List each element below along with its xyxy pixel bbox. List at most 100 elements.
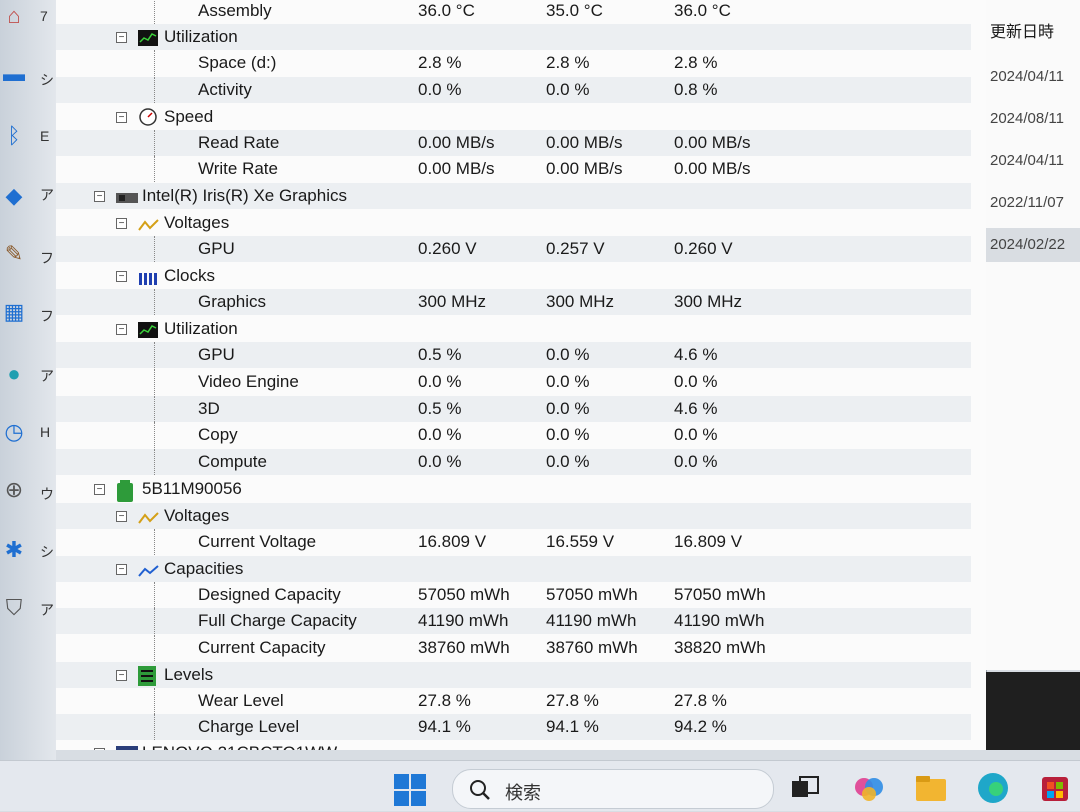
- collapse-icon[interactable]: −: [116, 112, 127, 123]
- edge-browser-icon[interactable]: [974, 769, 1012, 807]
- utilization-icon: [138, 320, 158, 338]
- tree-connector: [154, 396, 155, 422]
- sensor-value: 0.0 %: [418, 425, 462, 444]
- sensor-row-util2[interactable]: − Utilization: [56, 316, 971, 342]
- sensor-label: Capacities: [164, 559, 244, 578]
- date-row-selected[interactable]: 2024/02/22: [986, 228, 1080, 262]
- tree-connector: [154, 50, 155, 76]
- capacity-icon: [138, 560, 159, 577]
- home-icon[interactable]: ⌂: [0, 2, 28, 30]
- windows-start-icon[interactable]: [393, 773, 427, 807]
- strip-glyph: ア: [40, 602, 54, 618]
- sensor-row-charge[interactable]: Charge Level 94.1 % 94.1 % 94.2 %: [56, 714, 971, 740]
- sensor-row-wear[interactable]: Wear Level 27.8 % 27.8 % 27.8 %: [56, 688, 971, 714]
- updated-date-panel: 更新日時 2024/04/11 2024/08/11 2024/04/11 20…: [986, 0, 1080, 670]
- copilot-icon[interactable]: [850, 769, 888, 807]
- sensor-row-gpu-volt[interactable]: GPU 0.260 V 0.257 V 0.260 V: [56, 236, 971, 262]
- taskbar-search-box[interactable]: 検索: [452, 769, 774, 809]
- task-view-icon[interactable]: [786, 769, 824, 807]
- sensor-row-graphics[interactable]: Graphics 300 MHz 300 MHz 300 MHz: [56, 289, 971, 315]
- sensor-value: 0.260 V: [418, 239, 477, 258]
- clocks-icon: [138, 267, 158, 285]
- wifi-icon[interactable]: ◆: [0, 182, 28, 210]
- collapse-icon[interactable]: −: [116, 670, 127, 681]
- sensor-max: 4.6 %: [674, 399, 718, 418]
- file-explorer-icon[interactable]: [912, 769, 950, 807]
- collapse-icon[interactable]: −: [94, 191, 105, 202]
- updated-date-header: 更新日時: [990, 24, 1055, 41]
- collapse-icon[interactable]: −: [116, 564, 127, 575]
- store-icon[interactable]: [1036, 769, 1074, 807]
- sensor-min: 38760 mWh: [546, 638, 638, 657]
- monitor-icon[interactable]: ▬: [0, 60, 28, 88]
- sensor-row-video[interactable]: Video Engine 0.0 % 0.0 % 0.0 %: [56, 369, 971, 395]
- sensor-row-copy[interactable]: Copy 0.0 % 0.0 % 0.0 %: [56, 422, 971, 448]
- sensor-row-cur-volt[interactable]: Current Voltage 16.809 V 16.559 V 16.809 V: [56, 529, 971, 555]
- strip-glyph: シ: [40, 544, 54, 560]
- sensor-label: Copy: [198, 425, 238, 444]
- accessibility-icon[interactable]: ✱: [0, 536, 28, 564]
- date-row[interactable]: 2022/11/07: [990, 194, 1080, 211]
- sensor-row-clocks[interactable]: − Clocks: [56, 263, 971, 289]
- sensor-row-fullcharge[interactable]: Full Charge Capacity 41190 mWh 41190 mWh 41…: [56, 608, 971, 634]
- sensor-row-3d[interactable]: 3D 0.5 % 0.0 % 4.6 %: [56, 396, 971, 422]
- levels-icon: [138, 666, 158, 686]
- collapse-icon[interactable]: −: [116, 271, 127, 282]
- strip-glyph: H: [40, 424, 51, 440]
- collapse-icon[interactable]: −: [116, 324, 127, 335]
- sensor-row-gpu-util[interactable]: GPU 0.5 % 0.0 % 4.6 %: [56, 342, 971, 368]
- sensor-row-write[interactable]: Write Rate 0.00 MB/s 0.00 MB/s 0.00 MB/s: [56, 156, 971, 182]
- collapse-icon[interactable]: −: [116, 511, 127, 522]
- sensor-label: LENOVO 21CBCTO1WW: [142, 740, 337, 750]
- strip-glyph: シ: [40, 72, 54, 88]
- sensor-row-gpu-dev[interactable]: − Intel(R) Iris(R) Xe Graphics: [56, 183, 971, 209]
- tree-connector: [154, 422, 155, 448]
- collapse-icon[interactable]: −: [116, 218, 127, 229]
- sensor-row-util1[interactable]: − Utilization: [56, 24, 971, 50]
- sensor-row-space[interactable]: Space (d:) 2.8 % 2.8 % 2.8 %: [56, 50, 971, 76]
- sensor-value: 0.00 MB/s: [418, 159, 495, 178]
- sensor-label: GPU: [198, 345, 235, 364]
- sensor-row-capacities[interactable]: − Capacities: [56, 556, 971, 582]
- sensor-label: Charge Level: [198, 717, 300, 736]
- expand-icon[interactable]: +: [94, 748, 105, 750]
- gaming-icon[interactable]: ⊕: [0, 476, 28, 504]
- date-row[interactable]: 2024/04/11: [990, 152, 1080, 169]
- sensor-row-curcap[interactable]: Current Capacity 38760 mWh 38760 mWh 38820 …: [56, 635, 971, 661]
- collapse-icon[interactable]: −: [94, 484, 105, 495]
- search-icon: [470, 780, 490, 800]
- sensor-max: 41190 mWh: [674, 611, 765, 630]
- date-row[interactable]: 2024/08/11: [990, 110, 1080, 127]
- sensor-max: 0.260 V: [674, 239, 733, 258]
- apps-icon[interactable]: ▦: [0, 298, 28, 326]
- sensor-row-speed[interactable]: − Speed: [56, 104, 971, 130]
- sensor-row-activity[interactable]: Activity 0.0 % 0.0 % 0.8 %: [56, 77, 971, 103]
- sensor-row-volt1[interactable]: − Voltages: [56, 210, 971, 236]
- account-icon[interactable]: ●: [0, 360, 28, 388]
- taskbar: 検索: [0, 760, 1080, 811]
- sensor-value: 0.0 %: [418, 452, 462, 471]
- sensor-row-volt2[interactable]: − Voltages: [56, 503, 971, 529]
- sensor-row-compute[interactable]: Compute 0.0 % 0.0 % 0.0 %: [56, 449, 971, 475]
- bluetooth-icon[interactable]: ᛒ: [0, 122, 28, 150]
- sensor-value: 0.5 %: [418, 345, 462, 364]
- sensor-value: 300 MHz: [418, 292, 487, 311]
- sensor-label: Intel(R) Iris(R) Xe Graphics: [142, 186, 347, 205]
- sensor-max: 94.2 %: [674, 717, 727, 736]
- sensor-row-lenovo[interactable]: + LENOVO 21CBCTO1WW: [56, 740, 971, 750]
- sensor-row-designed[interactable]: Designed Capacity 57050 mWh 57050 mWh 57050…: [56, 582, 971, 608]
- sensor-label: Utilization: [164, 27, 238, 46]
- collapse-icon[interactable]: −: [116, 32, 127, 43]
- sensor-row-levels[interactable]: − Levels: [56, 662, 971, 688]
- security-shield-icon[interactable]: ⛉: [0, 594, 28, 622]
- sensor-row-battery-dev[interactable]: − 5B11M90056: [56, 476, 971, 502]
- time-language-icon[interactable]: ◷: [0, 418, 28, 446]
- sensor-row-read[interactable]: Read Rate 0.00 MB/s 0.00 MB/s 0.00 MB/s: [56, 130, 971, 156]
- date-row[interactable]: 2024/04/11: [990, 68, 1080, 85]
- brush-icon[interactable]: ✎: [0, 240, 28, 268]
- sensor-value: 38760 mWh: [418, 638, 510, 657]
- tree-connector: [154, 369, 155, 395]
- sensor-label: Current Capacity: [198, 638, 326, 657]
- tree-connector: [154, 130, 155, 156]
- sensor-row-assembly[interactable]: Assembly 36.0 °C 35.0 °C 36.0 °C: [56, 0, 971, 24]
